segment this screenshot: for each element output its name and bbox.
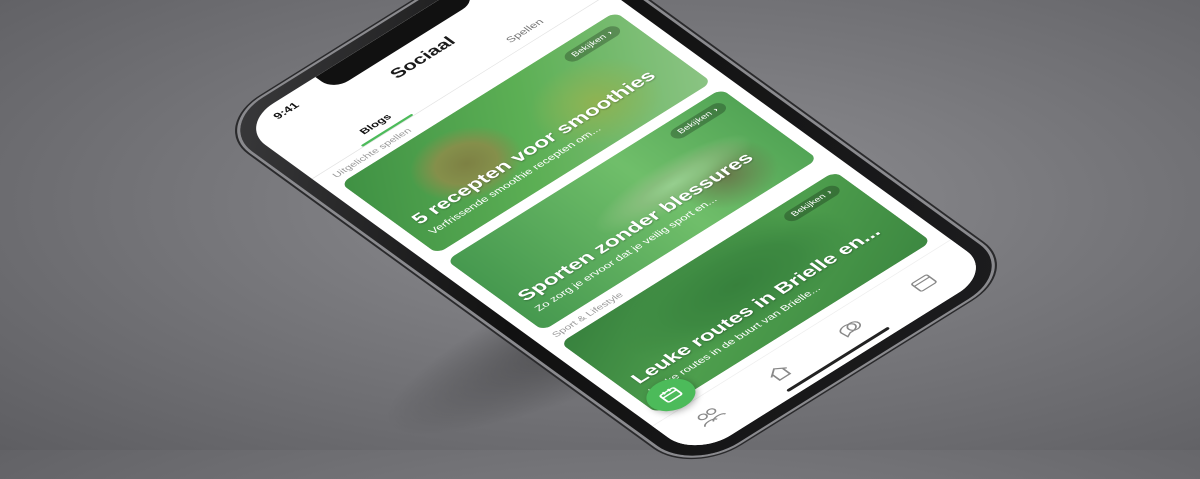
friends-icon[interactable]: [687, 401, 732, 431]
chevron-right-icon: ›: [710, 106, 721, 114]
chevron-right-icon: ›: [824, 188, 835, 196]
calendar-icon[interactable]: [901, 268, 946, 298]
chevron-right-icon: ›: [605, 29, 616, 37]
scan-icon: [659, 387, 683, 403]
phone-screen: 9:41 ▮▮▮ ◠ ▭ Sociaal Blogs Spellen Uitge…: [238, 0, 994, 458]
phone-body: 9:41 ▮▮▮ ◠ ▭ Sociaal Blogs Spellen Uitge…: [217, 0, 1015, 472]
status-time: 9:41: [270, 100, 302, 122]
